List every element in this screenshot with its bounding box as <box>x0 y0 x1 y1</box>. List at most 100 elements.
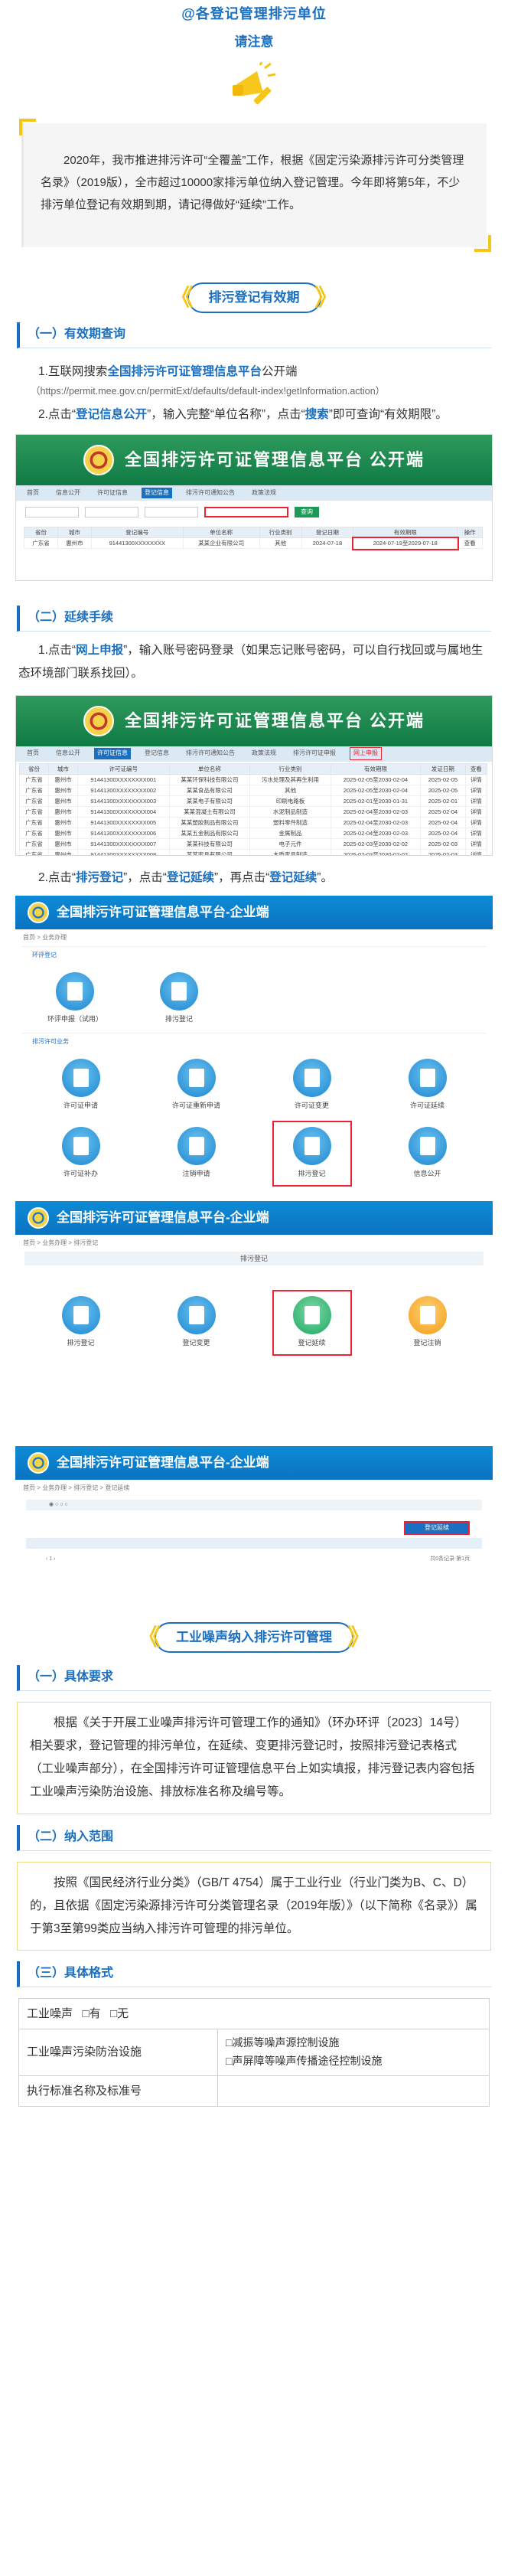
table-row[interactable]: 广东省 惠州市 91441300XXXXXXXX008 某某家具有限公司 木质家具制造 2… <box>19 848 488 855</box>
subheading-requirements: （一）具体要求 <box>17 1664 491 1691</box>
tile-registration-renewal[interactable]: 登记延续 <box>272 1290 352 1356</box>
renewal-list-screenshot: 全国排污许可证管理信息平台-企业端 首页 > 业务办理 > 排污登记 > 登记延… <box>15 1445 493 1569</box>
table-row: 工业噪声污染防治设施 □减振等噪声源控制设施 □声屏障等噪声传播途径控制设施 <box>18 2029 490 2076</box>
renewal-button[interactable]: 登记延续 <box>404 1520 470 1535</box>
scope-text: 按照《国民经济行业分类》（GB/T 4754）属于工业行业（行业门类为B、C、D… <box>30 1876 477 1936</box>
tile-registration-cancel[interactable]: 登记注销 <box>391 1293 464 1353</box>
subheading-scope: （二）纳入范围 <box>17 1824 491 1851</box>
portal-banner: 全国排污许可证管理信息平台 公开端 <box>16 435 492 486</box>
nav-item[interactable]: 登记信息 <box>142 748 172 759</box>
checkbox-yes[interactable]: □有 <box>83 2007 101 2020</box>
breadcrumb: 首页 > 业务办理 > 排污登记 <box>23 1239 99 1246</box>
tile-eia-declaration[interactable]: 环评申报（试用） <box>38 969 112 1029</box>
standard-input[interactable] <box>217 2075 490 2107</box>
id-card-icon <box>61 1127 100 1166</box>
national-emblem-icon <box>83 705 114 736</box>
tile-registration[interactable]: 排污登记 <box>44 1293 118 1353</box>
portal-nav: 首页 信息公开 许可证信息 登记信息 排污许可通知公告 政策法规 排污许可证申报… <box>16 746 492 762</box>
document-renew-icon <box>292 1296 331 1335</box>
notice-subtitle: 请注意 <box>234 34 274 50</box>
tile-cancel-apply[interactable]: 注销申请 <box>160 1124 233 1184</box>
nav-item[interactable]: 排污许可通知公告 <box>183 748 238 759</box>
checkbox-path-control[interactable]: □声屏障等噪声传播途径控制设施 <box>226 2052 481 2071</box>
checkbox-source-control[interactable]: □减振等噪声源控制设施 <box>226 2034 481 2052</box>
nav-item[interactable]: 政策法规 <box>249 488 279 498</box>
nav-item-registration[interactable]: 登记信息 <box>142 487 172 499</box>
validity-period-cell: 2024-07-19至2029-07-18 <box>351 536 459 550</box>
table-row[interactable]: 广东省 惠州市 91441300XXXXXXXX004 某某混凝土有限公司 水泥制品制造… <box>19 805 488 818</box>
enterprise-home-screenshot: 全国排污许可证管理信息平台-企业端 首页 > 业务办理 环评登记 环评申报（试用… <box>15 895 493 1198</box>
nav-item[interactable]: 政策法规 <box>249 748 279 759</box>
subheading-query: （一）有效期查询 <box>17 322 491 348</box>
portal-banner: 全国排污许可证管理信息平台 公开端 <box>16 695 492 746</box>
document-icon <box>61 1296 100 1335</box>
public-portal-query-screenshot: 全国排污许可证管理信息平台 公开端 首页 信息公开 许可证信息 登记信息 排污许… <box>15 434 493 582</box>
nav-item[interactable]: 信息公开 <box>53 748 83 759</box>
enterprise-header: 全国排污许可证管理信息平台-企业端 <box>15 895 493 929</box>
portal-nav: 首页 信息公开 许可证信息 登记信息 排污许可通知公告 政策法规 <box>16 485 492 501</box>
table-row[interactable]: 广东省 惠州市 91441300XXXXXXXX 某某企业有限公司 其他 2024-07-… <box>24 536 483 550</box>
megaphone-icon <box>231 61 277 113</box>
industry-select[interactable] <box>145 507 198 518</box>
tile-permit-renew[interactable]: 许可证延续 <box>391 1056 464 1115</box>
nav-item[interactable]: 排污许可证申报 <box>290 748 339 759</box>
online-declaration-link[interactable]: 网上申报 <box>350 747 382 760</box>
filter-bar: ◉ ○ ○ ○ <box>26 1500 482 1511</box>
table-row: 执行标准名称及标准号 <box>18 2075 490 2107</box>
table-row[interactable]: 广东省 惠州市 91441300XXXXXXXX001 某某环保科技有限公司 污水处理及… <box>19 773 488 785</box>
enterprise-header: 全国排污许可证管理信息平台-企业端 <box>15 1445 493 1480</box>
step2-text: 2.点击“登记信息公开”，输入完整“单位名称”，点击“搜索”即可查询“有效期限”… <box>38 407 448 421</box>
group-label: 排污许可业务 <box>21 1033 487 1050</box>
section-title: 排污登记有效期 <box>208 289 300 305</box>
tile-permit-reissue[interactable]: 许可证补办 <box>44 1124 118 1184</box>
national-emblem-icon <box>28 901 49 923</box>
section-header-validity: 《排污登记有效期》 <box>0 282 508 316</box>
query-result-table: 省份 城市 登记编号 单位名称 行业类别 登记日期 有效期限 操作 广东省 惠州市 9144130… <box>24 527 483 550</box>
id-card-icon <box>292 1058 331 1097</box>
noise-form-table: 工业噪声 □有 □无 工业噪声污染防治设施 □减振等噪声源控制设施 □声屏障等噪声… <box>18 1998 490 2107</box>
radio-option[interactable]: ◉ ○ ○ ○ <box>49 1500 68 1510</box>
platform-url[interactable]: （https://permit.mee.gov.cn/permitExt/def… <box>0 384 508 399</box>
notice-title: @各登记管理排污单位 <box>181 6 327 21</box>
subheading-format: （三）具体格式 <box>17 1961 491 1988</box>
table-row[interactable]: 广东省 惠州市 91441300XXXXXXXX005 某某塑胶制品有限公司 塑料零件制… <box>19 816 488 828</box>
tile-pollution-registration-highlighted[interactable]: 排污登记 <box>272 1121 352 1187</box>
enterprise-header: 全国排污许可证管理信息平台-企业端 <box>15 1200 493 1235</box>
checkbox-no[interactable]: □无 <box>110 2007 129 2020</box>
tile-registration-change[interactable]: 登记变更 <box>160 1293 233 1353</box>
tile-info-disclosure[interactable]: 信息公开 <box>391 1124 464 1184</box>
tile-permit-change[interactable]: 许可证变更 <box>275 1056 349 1115</box>
nav-item[interactable]: 许可证信息 <box>94 748 131 759</box>
national-emblem-icon <box>83 445 114 476</box>
province-select[interactable] <box>25 507 79 518</box>
table-row[interactable]: 广东省 惠州市 91441300XXXXXXXX002 某某食品有限公司 其他 2025-… <box>19 784 488 796</box>
section-header-noise: 《工业噪声纳入排污许可管理》 <box>0 1621 508 1656</box>
platform-link[interactable]: 全国排污许可证管理信息平台 <box>107 365 262 378</box>
tile-pollution-registration[interactable]: 排污登记 <box>142 969 216 1029</box>
nav-item[interactable]: 首页 <box>24 748 42 759</box>
table-row[interactable]: 广东省 惠州市 91441300XXXXXXXX003 某某电子有限公司 印刷电路板 20… <box>19 795 488 807</box>
nav-item[interactable]: 信息公开 <box>53 488 83 498</box>
nav-item[interactable]: 首页 <box>24 488 42 498</box>
tile-permit-apply[interactable]: 许可证申请 <box>44 1056 118 1115</box>
id-card-icon <box>292 1127 331 1166</box>
table-row[interactable]: 广东省 惠州市 91441300XXXXXXXX007 某某科技有限公司 电子元件 202… <box>19 837 488 850</box>
section-title: 工业噪声纳入排污许可管理 <box>176 1629 332 1644</box>
id-card-icon <box>177 1127 216 1166</box>
breadcrumb: 首页 > 业务办理 <box>23 933 67 941</box>
nav-item[interactable]: 排污许可通知公告 <box>183 488 238 498</box>
checklist-icon <box>160 971 198 1010</box>
nav-item[interactable]: 许可证信息 <box>94 488 131 498</box>
scope-box: 按照《国民经济行业分类》（GB/T 4754）属于工业行业（行业门类为B、C、D… <box>17 1861 491 1951</box>
table-row: 工业噪声 □有 □无 <box>18 1998 490 2030</box>
tile-permit-reapply[interactable]: 许可证重新申请 <box>160 1056 233 1115</box>
table-row[interactable]: 广东省 惠州市 91441300XXXXXXXX006 某某五金制品有限公司 金属制品 2… <box>19 827 488 839</box>
pagination[interactable]: ‹ 1 › <box>46 1555 55 1565</box>
unit-name-input[interactable] <box>204 507 288 518</box>
id-card-icon <box>177 1058 216 1097</box>
search-button[interactable]: 查询 <box>295 507 319 518</box>
article-page: @各登记管理排污单位 请注意 2020年，我市推进排污许可“全覆盖”工作，根据《… <box>0 0 508 2576</box>
intro-box: 2020年，我市推进排污许可“全覆盖”工作，根据《固定污染源排污许可分类管理名录… <box>19 118 491 252</box>
registration-menu-screenshot: 全国排污许可证管理信息平台-企业端 首页 > 业务办理 > 排污登记 排污登记 … <box>15 1200 493 1438</box>
city-select[interactable] <box>85 507 138 518</box>
